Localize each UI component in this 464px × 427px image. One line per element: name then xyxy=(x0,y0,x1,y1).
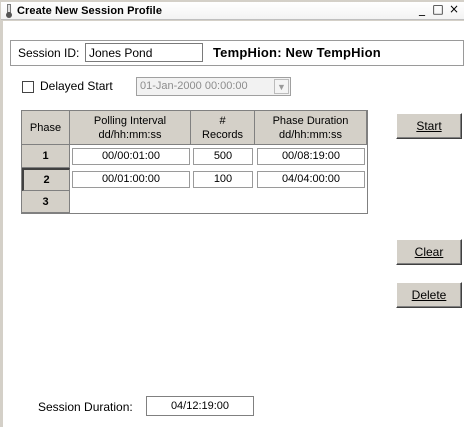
start-button[interactable]: Start xyxy=(396,113,462,139)
close-button[interactable]: × xyxy=(447,3,461,17)
phase-row-header[interactable]: 2 xyxy=(22,168,70,191)
title-bar[interactable]: Create New Session Profile _ □ × xyxy=(1,2,464,20)
app-icon xyxy=(6,4,12,18)
chevron-down-icon[interactable]: ▼ xyxy=(274,79,289,94)
session-duration-value: 04/12:19:00 xyxy=(146,396,254,416)
phase-duration-cell[interactable]: 00/08:19:00 xyxy=(257,148,365,165)
clear-button[interactable]: Clear xyxy=(396,239,462,265)
column-header-phase-duration: Phase Duration dd/hh:mm:ss xyxy=(255,111,367,145)
column-header-polling-interval: Polling Interval dd/hh:mm:ss xyxy=(70,111,191,145)
records-cell[interactable]: 100 xyxy=(193,171,253,188)
session-id-input[interactable] xyxy=(85,43,203,62)
device-name-label: TempHion: New TempHion xyxy=(213,45,381,60)
restore-button[interactable]: □ xyxy=(431,3,445,17)
delete-button[interactable]: Delete xyxy=(396,282,462,308)
phase-row-header[interactable]: 1 xyxy=(22,145,70,168)
session-id-label: Session ID: xyxy=(18,46,80,60)
records-cell[interactable]: 500 xyxy=(193,148,253,165)
start-datetime-value: 01-Jan-2000 00:00:00 xyxy=(140,80,248,92)
column-header-records: # Records xyxy=(191,111,255,145)
window-title: Create New Session Profile xyxy=(17,5,163,17)
session-duration-label: Session Duration: xyxy=(38,400,133,414)
polling-interval-cell[interactable]: 00/00:01:00 xyxy=(72,148,190,165)
delayed-start-label[interactable]: Delayed Start xyxy=(40,79,113,93)
phase-row-header[interactable]: 3 xyxy=(22,191,70,213)
column-header-phase: Phase xyxy=(22,111,70,145)
window-frame: Create New Session Profile _ □ × Session… xyxy=(0,0,464,427)
phase-duration-cell[interactable]: 04/04:00:00 xyxy=(257,171,365,188)
minimize-button[interactable]: _ xyxy=(415,3,429,17)
delayed-start-checkbox[interactable] xyxy=(22,81,34,93)
polling-interval-cell[interactable]: 00/01:00:00 xyxy=(72,171,190,188)
